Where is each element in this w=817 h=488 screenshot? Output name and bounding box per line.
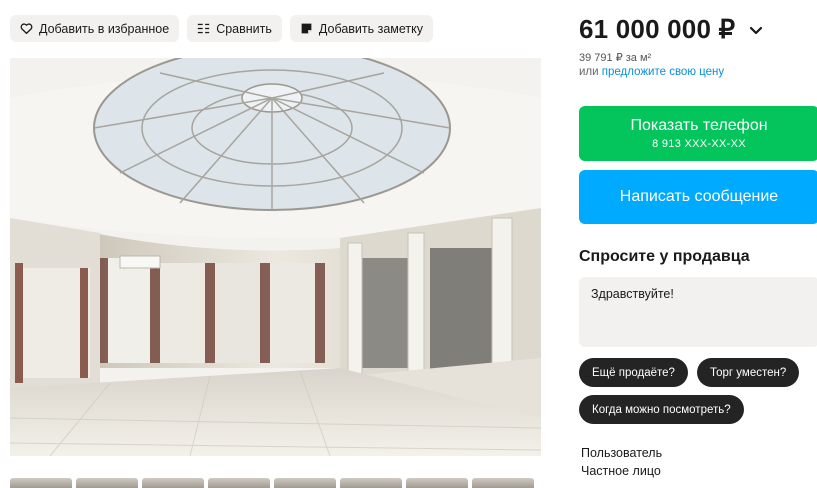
price: 61 000 000 ₽ — [579, 14, 736, 44]
price-per-m2: 39 791 ₽ за м² — [579, 52, 652, 64]
photo-thumbnail[interactable] — [142, 478, 204, 488]
offer-prefix: или — [579, 66, 599, 78]
offer-price-line: или предложите свою цену — [579, 66, 724, 78]
ask-seller-input[interactable]: Здравствуйте! — [579, 277, 817, 347]
add-note-button[interactable]: Добавить заметку — [289, 15, 434, 42]
quick-question-bargain[interactable]: Торг уместен? — [697, 358, 800, 387]
add-to-favorites-label: Добавить в избранное — [39, 21, 170, 36]
chevron-down-icon[interactable] — [749, 23, 763, 37]
seller-type: Частное лицо — [581, 464, 661, 478]
photo-thumbnail[interactable] — [472, 478, 534, 488]
price-row: 61 000 000 ₽ — [579, 14, 763, 45]
listing-photo-hall — [10, 58, 541, 456]
compare-label: Сравнить — [216, 21, 272, 36]
add-to-favorites-button[interactable]: Добавить в избранное — [10, 15, 180, 42]
quick-question-still-selling[interactable]: Ещё продаёте? — [579, 358, 688, 387]
offer-price-link[interactable]: предложите свою цену — [602, 66, 724, 78]
main-photo[interactable] — [10, 58, 541, 456]
compare-button[interactable]: Сравнить — [187, 15, 282, 42]
photo-thumbnail[interactable] — [76, 478, 138, 488]
seller-role: Пользователь — [581, 446, 663, 460]
heart-icon — [20, 22, 33, 35]
show-phone-label: Показать телефон — [630, 117, 768, 134]
photo-thumbnails — [10, 478, 534, 488]
photo-thumbnail[interactable] — [10, 478, 72, 488]
masked-phone: 8 913 XXX-XX-XX — [652, 138, 746, 150]
photo-thumbnail[interactable] — [274, 478, 336, 488]
note-icon — [300, 22, 313, 35]
quick-question-viewing[interactable]: Когда можно посмотреть? — [579, 395, 744, 424]
ask-seller-title: Спросите у продавца — [579, 248, 750, 265]
photo-thumbnail[interactable] — [340, 478, 402, 488]
add-note-label: Добавить заметку — [318, 21, 424, 36]
show-phone-button[interactable]: Показать телефон 8 913 XXX-XX-XX — [579, 106, 817, 161]
listing-actions: Добавить в избранное Сравнить Добавить з… — [10, 15, 434, 42]
write-message-button[interactable]: Написать сообщение — [579, 170, 817, 224]
photo-thumbnail[interactable] — [208, 478, 270, 488]
photo-thumbnail[interactable] — [406, 478, 468, 488]
compare-icon — [197, 22, 210, 35]
